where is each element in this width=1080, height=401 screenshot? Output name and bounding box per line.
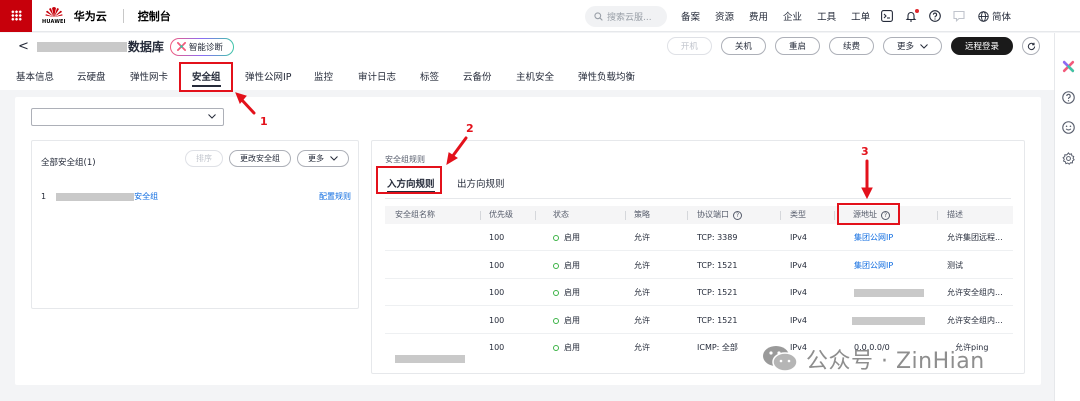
annotation-number-3: 3 [861,145,869,158]
annotation-number-1: 1 [260,115,268,128]
feedback-smile-icon[interactable] [1061,120,1075,134]
watermark-text: 公众号 · ZinHian [806,349,985,374]
settings-gear-icon[interactable] [1061,151,1075,165]
right-rail [1054,33,1080,401]
ai-assistant-icon[interactable] [1061,59,1075,73]
annotation-number-2: 2 [466,122,474,135]
watermark: 公众号 · ZinHian [762,343,985,375]
help-icon[interactable] [1061,90,1075,104]
wechat-icon [763,346,798,372]
annotation-arrows [235,92,873,200]
